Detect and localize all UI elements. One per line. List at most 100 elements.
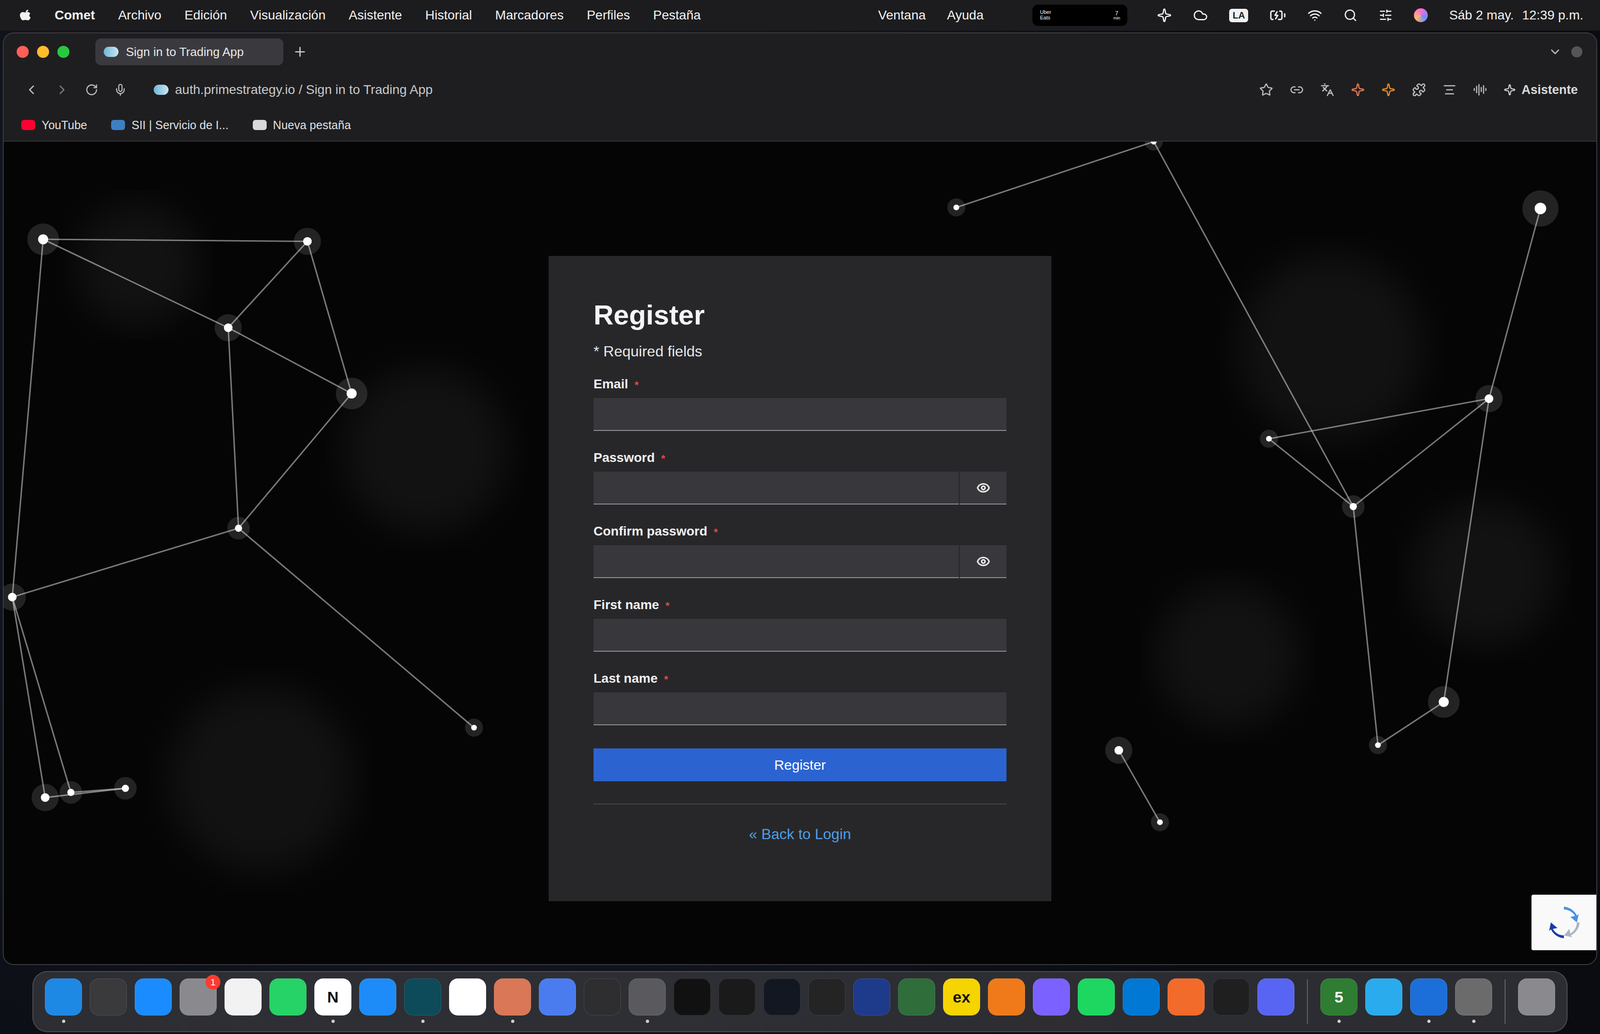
- dock-item[interactable]: [718, 978, 756, 1025]
- bookmark-star-icon[interactable]: [1259, 82, 1274, 97]
- dock-item[interactable]: [449, 978, 487, 1025]
- app-icon: [583, 978, 621, 1016]
- show-password-button[interactable]: [959, 545, 1007, 579]
- dock-item[interactable]: [134, 978, 172, 1025]
- extensions-puzzle-icon[interactable]: [1412, 82, 1426, 97]
- dock-item[interactable]: [1410, 978, 1448, 1025]
- link-icon[interactable]: [1289, 82, 1304, 97]
- close-button[interactable]: [16, 45, 29, 58]
- bookmark[interactable]: YouTube: [21, 118, 88, 132]
- bookmark[interactable]: SII | Servicio de I...: [111, 118, 229, 132]
- app-icon: [89, 978, 127, 1016]
- running-indicator: [62, 1019, 66, 1024]
- menu-item[interactable]: Asistente: [348, 7, 402, 23]
- battery-icon[interactable]: [1269, 6, 1287, 24]
- recaptcha-badge[interactable]: [1531, 894, 1597, 951]
- app-icon: [763, 978, 801, 1016]
- dock-item[interactable]: [808, 978, 846, 1025]
- minimize-button[interactable]: [37, 45, 50, 58]
- dock-item[interactable]: [89, 978, 127, 1025]
- zoom-button[interactable]: [57, 45, 70, 58]
- microphone-icon[interactable]: [113, 83, 127, 97]
- dock-item[interactable]: [583, 978, 621, 1025]
- dock-item[interactable]: [359, 978, 397, 1025]
- dock-item[interactable]: [269, 978, 307, 1025]
- bookmark-favicon-icon: [21, 119, 36, 131]
- menu-item[interactable]: Visualización: [250, 7, 326, 23]
- text-input[interactable]: [593, 398, 1007, 432]
- dock-item[interactable]: [1077, 978, 1115, 1025]
- dock-item[interactable]: [44, 978, 82, 1025]
- dock-item[interactable]: [538, 978, 576, 1025]
- dock-item[interactable]: [853, 978, 891, 1025]
- profile-icon[interactable]: [1571, 46, 1583, 58]
- assistant-button[interactable]: Asistente: [1503, 82, 1578, 98]
- menu-item[interactable]: Ventana: [878, 7, 926, 23]
- dock-item[interactable]: [1122, 978, 1160, 1025]
- menu-item[interactable]: Ayuda: [947, 7, 984, 23]
- siri-icon[interactable]: [1413, 8, 1428, 23]
- dock-item[interactable]: N: [314, 978, 352, 1025]
- tab-list-chevron-icon[interactable]: [1548, 44, 1563, 59]
- forward-icon[interactable]: [54, 82, 70, 98]
- menu-item[interactable]: Marcadores: [495, 7, 564, 23]
- dock-item[interactable]: [987, 978, 1025, 1025]
- menu-item[interactable]: Perfiles: [586, 7, 630, 23]
- wifi-icon[interactable]: [1307, 7, 1323, 23]
- apple-icon[interactable]: [19, 8, 32, 23]
- show-password-button[interactable]: [959, 471, 1007, 505]
- new-tab-plus-icon[interactable]: [292, 44, 308, 60]
- dock-item[interactable]: [898, 978, 936, 1025]
- menu-item[interactable]: Historial: [425, 7, 472, 23]
- voice-wave-icon[interactable]: [1473, 82, 1488, 97]
- app-icon: ex: [943, 978, 981, 1016]
- browser-tab[interactable]: Sign in to Trading App: [95, 38, 284, 66]
- input-source[interactable]: LA: [1229, 8, 1249, 23]
- menu-item[interactable]: Pestaña: [653, 7, 701, 23]
- dock-item[interactable]: [224, 978, 262, 1025]
- fox-extension-icon[interactable]: [1381, 82, 1396, 97]
- dock-item[interactable]: 5: [1320, 978, 1358, 1025]
- control-center-icon[interactable]: [1378, 8, 1393, 23]
- delivery-widget[interactable]: Uber Eats7min: [1032, 4, 1128, 26]
- search-icon[interactable]: [1343, 8, 1358, 23]
- dock-item[interactable]: [1257, 978, 1295, 1025]
- address-field[interactable]: auth.primestrategy.io / Sign in to Tradi…: [153, 82, 433, 98]
- dock-item[interactable]: [1167, 978, 1205, 1025]
- dock-item[interactable]: [404, 978, 442, 1025]
- dock-item[interactable]: [673, 978, 711, 1025]
- bookmark[interactable]: Nueva pestaña: [252, 118, 351, 132]
- dock-item[interactable]: [1212, 978, 1250, 1025]
- dock-item[interactable]: [1365, 978, 1403, 1025]
- dock-item[interactable]: [1455, 978, 1493, 1025]
- register-button[interactable]: Register: [593, 748, 1007, 782]
- menu-bar: Comet Archivo Edición Visualización Asistent…: [0, 0, 1600, 31]
- dock-item[interactable]: [628, 978, 666, 1025]
- dock-item[interactable]: [1032, 978, 1070, 1025]
- translate-icon[interactable]: [1320, 82, 1335, 97]
- menu-app-name[interactable]: Comet: [54, 7, 95, 23]
- text-input[interactable]: [593, 545, 959, 579]
- menu-item[interactable]: Archivo: [118, 7, 162, 23]
- menu-item[interactable]: Edición: [184, 7, 228, 23]
- assistant-icon: [1503, 83, 1516, 96]
- back-to-login-link[interactable]: « Back to Login: [749, 825, 852, 844]
- bookmark-favicon-icon: [111, 119, 125, 131]
- field-label: Last name*: [593, 671, 1007, 687]
- back-icon[interactable]: [24, 82, 39, 98]
- sparkle-icon[interactable]: [1156, 7, 1172, 23]
- cloud-icon[interactable]: [1193, 7, 1208, 23]
- dock-item[interactable]: [493, 978, 532, 1025]
- dock-item[interactable]: 1: [179, 978, 217, 1025]
- dock-item[interactable]: [1518, 978, 1556, 1025]
- claude-extension-icon[interactable]: [1350, 82, 1365, 97]
- clock-date[interactable]: Sáb 2 may.: [1449, 7, 1514, 23]
- text-input[interactable]: [593, 618, 1007, 652]
- reader-list-icon[interactable]: [1442, 82, 1457, 97]
- dock-item[interactable]: [763, 978, 801, 1025]
- clock-time[interactable]: 12:39 p.m.: [1522, 7, 1584, 23]
- reload-icon[interactable]: [85, 83, 99, 97]
- dock-item[interactable]: ex: [943, 978, 981, 1025]
- text-input[interactable]: [593, 471, 959, 505]
- text-input[interactable]: [593, 692, 1007, 726]
